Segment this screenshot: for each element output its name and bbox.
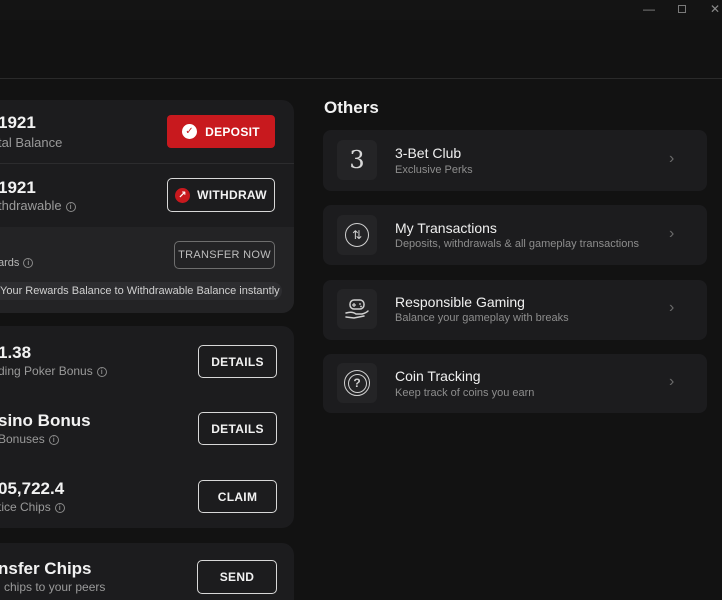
casino-bonus-label: Bonuses bbox=[0, 432, 45, 446]
card-title: My Transactions bbox=[395, 220, 497, 236]
chevron-right-icon: › bbox=[669, 150, 675, 167]
gamepad-hand-icon bbox=[337, 289, 377, 329]
info-icon[interactable]: i bbox=[54, 503, 65, 513]
rewards-label-wrap: ards i bbox=[0, 257, 34, 269]
card-subtitle: Deposits, withdrawals & all gameplay tra… bbox=[395, 238, 639, 250]
poker-bonus-amount: 1.38 bbox=[0, 343, 32, 362]
withdraw-label: WITHDRAW bbox=[197, 188, 267, 202]
practice-chips-label-wrap: tice Chips i bbox=[0, 500, 65, 514]
casino-bonus-title: sino Bonus bbox=[0, 411, 91, 430]
practice-chips-amount: 05,722.4 bbox=[0, 479, 65, 498]
rewards-section: ards i TRANSFER NOW Your Rewards Balance … bbox=[0, 227, 294, 313]
practice-chips-row: 05,722.4 tice Chips i CLAIM bbox=[0, 462, 294, 528]
casino-bonus-label-wrap: Bonuses i bbox=[0, 432, 59, 446]
coin-tracking-card[interactable]: ? Coin Tracking Keep track of coins you … bbox=[323, 354, 707, 413]
rewards-transfer-note: Your Rewards Balance to Withdrawable Bal… bbox=[0, 282, 282, 300]
deposit-label: DEPOSIT bbox=[205, 124, 260, 139]
transfer-now-button[interactable]: TRANSFER NOW bbox=[174, 241, 275, 269]
maximize-icon[interactable] bbox=[667, 0, 697, 20]
withdrawable-amount: 1921 bbox=[0, 178, 36, 197]
responsible-gaming-card[interactable]: Responsible Gaming Balance your gameplay… bbox=[323, 280, 707, 340]
card-subtitle: Keep track of coins you earn bbox=[395, 387, 535, 399]
withdrawable-row: 1921 thdrawable i ↗ WITHDRAW bbox=[0, 164, 294, 227]
poker-bonus-details-button[interactable]: DETAILS bbox=[198, 345, 277, 378]
info-icon[interactable]: i bbox=[48, 435, 59, 445]
close-icon[interactable]: ✕ bbox=[700, 0, 722, 20]
casino-bonus-details-button[interactable]: DETAILS bbox=[198, 412, 277, 445]
check-icon: ✓ bbox=[182, 124, 198, 139]
total-balance-row: 1921 tal Balance ✓ DEPOSIT bbox=[0, 100, 294, 163]
poker-bonus-label: ding Poker Bonus bbox=[0, 364, 93, 378]
chevron-right-icon: › bbox=[669, 373, 675, 390]
others-section-title: Others bbox=[324, 98, 379, 117]
transactions-icon: ⇅ bbox=[337, 215, 377, 255]
transfer-chips-panel: nsfer Chips l chips to your peers SEND bbox=[0, 543, 294, 600]
casino-bonus-row: sino Bonus Bonuses i DETAILS bbox=[0, 394, 294, 462]
three-bet-club-card[interactable]: 3 3-Bet Club Exclusive Perks › bbox=[323, 130, 707, 191]
info-icon[interactable]: i bbox=[96, 367, 107, 377]
total-balance-label: tal Balance bbox=[0, 135, 63, 150]
rewards-label: ards bbox=[0, 257, 20, 269]
practice-chips-label: tice Chips bbox=[0, 500, 51, 514]
question-coin-icon: ? bbox=[337, 363, 377, 403]
total-balance-amount: 1921 bbox=[0, 113, 36, 132]
balance-panel: 1921 tal Balance ✓ DEPOSIT 1921 thdrawab… bbox=[0, 100, 294, 313]
card-subtitle: Balance your gameplay with breaks bbox=[395, 312, 569, 324]
window-titlebar: — ✕ bbox=[0, 0, 722, 20]
send-chips-button[interactable]: SEND bbox=[197, 560, 277, 594]
info-icon[interactable]: i bbox=[23, 258, 34, 268]
withdraw-button[interactable]: ↗ WITHDRAW bbox=[167, 178, 275, 212]
deposit-button[interactable]: ✓ DEPOSIT bbox=[167, 115, 275, 148]
app-header bbox=[0, 20, 722, 79]
card-title: 3-Bet Club bbox=[395, 145, 462, 161]
chevron-right-icon: › bbox=[669, 299, 675, 316]
poker-bonus-label-wrap: ding Poker Bonus i bbox=[0, 364, 107, 378]
my-transactions-card[interactable]: ⇅ My Transactions Deposits, withdrawals … bbox=[323, 205, 707, 265]
claim-chips-button[interactable]: CLAIM bbox=[198, 480, 277, 513]
minimize-icon[interactable]: — bbox=[634, 0, 664, 20]
withdrawable-label-wrap: thdrawable i bbox=[0, 198, 76, 213]
poker-bonus-row: 1.38 ding Poker Bonus i DETAILS bbox=[0, 326, 294, 394]
card-subtitle: Exclusive Perks bbox=[395, 164, 473, 176]
transfer-chips-label: l chips to your peers bbox=[0, 580, 106, 594]
3-bet-logo-icon: 3 bbox=[337, 140, 377, 180]
bonuses-panel: 1.38 ding Poker Bonus i DETAILS sino Bonu… bbox=[0, 326, 294, 528]
withdrawable-label: thdrawable bbox=[0, 198, 62, 213]
card-title: Responsible Gaming bbox=[395, 294, 525, 310]
arrow-up-right-icon: ↗ bbox=[175, 187, 191, 203]
chevron-right-icon: › bbox=[669, 225, 675, 242]
transfer-chips-title: nsfer Chips bbox=[0, 559, 92, 578]
info-icon[interactable]: i bbox=[65, 202, 76, 212]
card-title: Coin Tracking bbox=[395, 368, 481, 384]
